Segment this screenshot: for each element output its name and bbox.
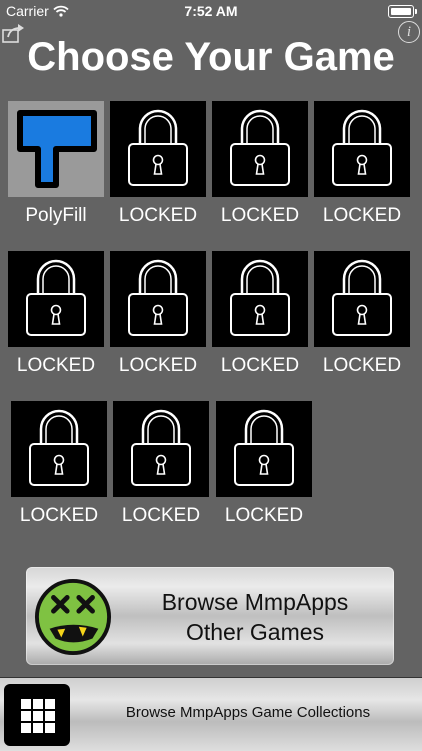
- game-tile-locked[interactable]: [216, 401, 312, 497]
- game-label: LOCKED: [220, 205, 300, 226]
- game-tile-locked[interactable]: [212, 101, 308, 197]
- game-label: LOCKED: [16, 355, 96, 376]
- bottom-bar-label: Browse MmpApps Game Collections: [125, 704, 371, 721]
- game-label: LOCKED: [19, 505, 99, 526]
- bottom-bar[interactable]: Browse MmpApps Game Collections: [0, 677, 422, 751]
- padlock-icon: [128, 259, 188, 336]
- battery-icon: [388, 5, 417, 18]
- page-title: Choose Your Game: [27, 35, 395, 79]
- game-label: PolyFill: [25, 205, 87, 226]
- grid-icon[interactable]: [4, 684, 70, 746]
- polyfill-icon: [17, 110, 97, 188]
- browse-line-2: Other Games: [185, 619, 325, 645]
- padlock-icon: [26, 259, 86, 336]
- game-tile-locked[interactable]: [110, 101, 206, 197]
- browse-line-1: Browse MmpApps: [161, 589, 349, 615]
- game-label: LOCKED: [322, 205, 402, 226]
- game-label: LOCKED: [118, 205, 198, 226]
- game-tile-locked[interactable]: [8, 251, 104, 347]
- padlock-icon: [128, 109, 188, 186]
- game-label: LOCKED: [118, 355, 198, 376]
- game-tile-locked[interactable]: [110, 251, 206, 347]
- game-label: LOCKED: [220, 355, 300, 376]
- padlock-icon: [230, 259, 290, 336]
- game-label: LOCKED: [322, 355, 402, 376]
- game-tile-locked[interactable]: [11, 401, 107, 497]
- padlock-icon: [230, 109, 290, 186]
- status-time: 7:52 AM: [184, 3, 238, 19]
- padlock-icon: [332, 109, 392, 186]
- dizzy-face-icon: [34, 578, 112, 656]
- padlock-icon: [131, 409, 191, 486]
- padlock-icon: [332, 259, 392, 336]
- game-tile-locked[interactable]: [113, 401, 209, 497]
- game-label: LOCKED: [224, 505, 304, 526]
- status-bar: Carrier 7:52 AM: [0, 0, 422, 22]
- game-label: LOCKED: [121, 505, 201, 526]
- game-tile-locked[interactable]: [212, 251, 308, 347]
- game-tile-polyfill[interactable]: [8, 101, 104, 197]
- padlock-icon: [234, 409, 294, 486]
- game-tile-locked[interactable]: [314, 251, 410, 347]
- browse-text: Browse MmpApps Other Games: [122, 587, 388, 647]
- padlock-icon: [29, 409, 89, 486]
- browse-other-games-button[interactable]: Browse MmpApps Other Games: [26, 567, 394, 665]
- game-tile-locked[interactable]: [314, 101, 410, 197]
